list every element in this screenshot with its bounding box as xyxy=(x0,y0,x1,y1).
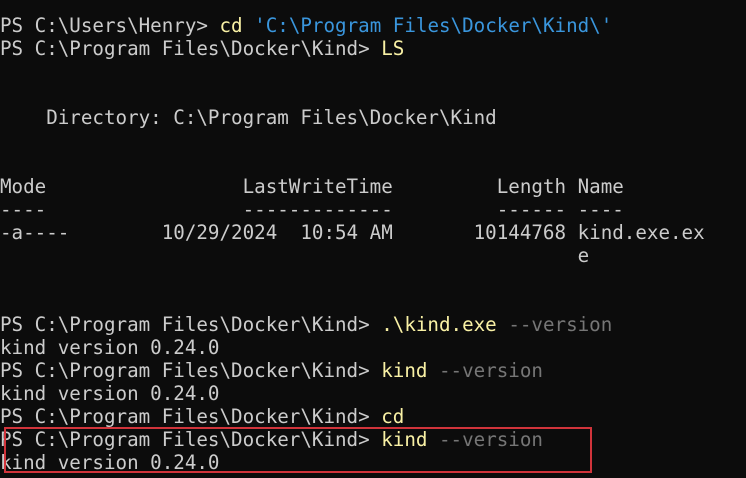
prompt: PS C:\Program Files\Docker\Kind> xyxy=(0,359,382,382)
prompt: PS C:\Users\Henry> xyxy=(0,14,220,37)
prompt: PS C:\Program Files\Docker\Kind> xyxy=(0,405,382,428)
prompt: PS C:\Program Files\Docker\Kind> xyxy=(0,37,382,60)
command: cd xyxy=(381,405,405,428)
terminal-line-ls: PS C:\Program Files\Docker\Kind> LS xyxy=(0,37,404,60)
command: LS xyxy=(381,37,405,60)
terminal-line-kind-highlighted: PS C:\Program Files\Docker\Kind> kind --… xyxy=(0,428,543,451)
prompt: PS C:\Program Files\Docker\Kind> xyxy=(0,313,382,336)
terminal-window[interactable]: PS C:\Users\Henry> cd 'C:\Program Files\… xyxy=(0,0,746,478)
terminal-line-cd: PS C:\Users\Henry> cd 'C:\Program Files\… xyxy=(0,14,612,37)
version-output: kind version 0.24.0 xyxy=(0,382,220,405)
version-output-highlighted: kind version 0.24.0 xyxy=(0,451,220,474)
prompt: PS C:\Program Files\Docker\Kind> xyxy=(0,428,382,451)
version-flag: --version xyxy=(508,313,613,336)
version-flag: --version xyxy=(439,359,543,382)
path-argument: 'C:\Program Files\Docker\Kind\' xyxy=(254,14,613,37)
command: kind xyxy=(381,428,428,451)
terminal-line-cd-empty: PS C:\Program Files\Docker\Kind> cd xyxy=(0,405,404,428)
version-flag: --version xyxy=(439,428,543,451)
listing-header: Mode LastWriteTime Length Name xyxy=(0,175,624,198)
command: .\kind.exe xyxy=(381,313,497,336)
listing-row-wrap: e xyxy=(0,244,590,267)
directory-label: Directory: C:\Program Files\Docker\Kind xyxy=(0,106,497,129)
command: cd xyxy=(219,14,243,37)
terminal-line-kind-exe: PS C:\Program Files\Docker\Kind> .\kind.… xyxy=(0,313,612,336)
version-output: kind version 0.24.0 xyxy=(0,336,220,359)
terminal-line-kind: PS C:\Program Files\Docker\Kind> kind --… xyxy=(0,359,543,382)
command: kind xyxy=(381,359,428,382)
listing-row: -a---- 10/29/2024 10:54 AM 10144768 kind… xyxy=(0,221,705,244)
listing-underline: ---- ------------- ------ ---- xyxy=(0,198,624,221)
